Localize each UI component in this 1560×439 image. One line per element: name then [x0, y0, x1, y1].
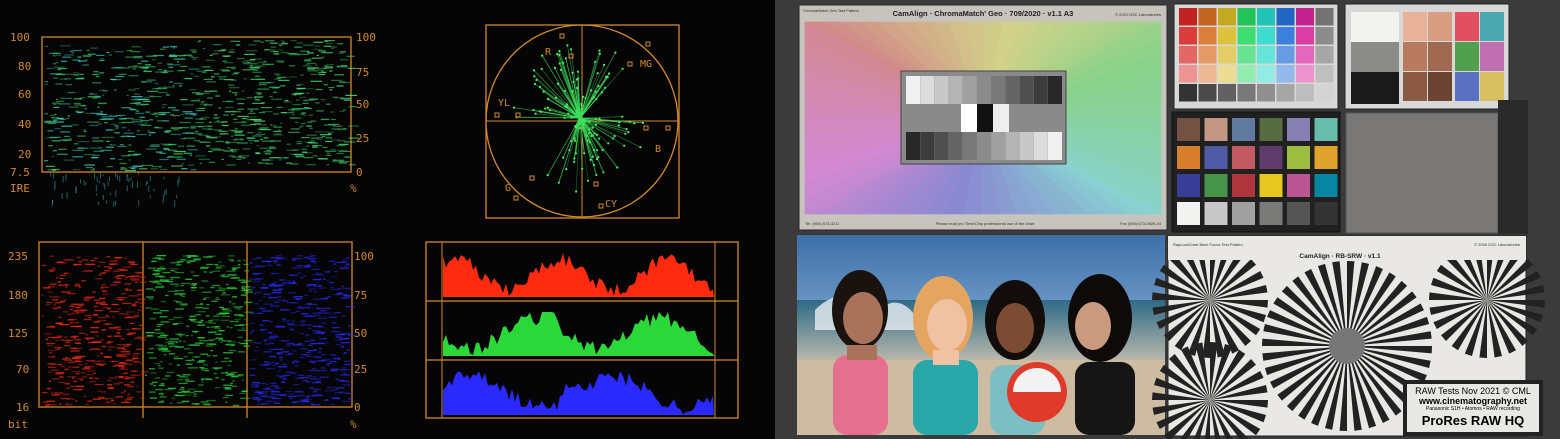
color-chip-chart-vivid — [1173, 3, 1339, 110]
waveform-right-label: 100 — [356, 31, 376, 44]
slate-line-2: www.cinematography.net — [1418, 396, 1528, 406]
waveform-monitor: 100 80 60 40 20 7.5 IRE 100 75 50 25 0 % — [10, 31, 376, 207]
slate-line-3: Panasonic S1H • Atomos • RAW recording — [1426, 406, 1520, 412]
resolution-chart-top-left: RayLockChart Back Focus Test Pattern — [1173, 242, 1243, 247]
histogram-trace — [443, 253, 714, 415]
resolution-chart-top-right: © 2005 DSC Laboratories — [1474, 242, 1520, 247]
chromamatch-bottom-right: Fax (905) 673-0929-44 — [1120, 221, 1162, 226]
parade-left-label: 125 — [8, 327, 28, 340]
parade-left-label: 180 — [8, 289, 28, 302]
vectorscope: R MG YL B G CY — [485, 24, 680, 219]
waveform-right-label: 0 — [356, 166, 363, 179]
waveform-right-label: 75 — [356, 66, 369, 79]
rgb-histogram — [425, 241, 739, 419]
chromamatch-top-left: ChromaMatch Geo Test Pattern — [803, 8, 859, 13]
parade-right-unit: % — [350, 418, 357, 431]
resolution-chart-title: CamAlign · RB-SRW · v1.1 — [1299, 253, 1381, 260]
chromamatch-title: CamAlign · ChromaMatch' Geo · 709/2020 ·… — [893, 9, 1074, 18]
vectorscope-target-label: CY — [605, 199, 617, 210]
beach-photo — [797, 235, 1165, 435]
parade-right-label: 75 — [354, 289, 367, 302]
waveform-left-label: 20 — [18, 148, 31, 161]
slate-line-1: RAW Tests Nov 2021 © CML — [1415, 386, 1531, 396]
parade-right-label: 25 — [354, 363, 367, 376]
parade-right-label: 50 — [354, 327, 367, 340]
rgb-parade: 235 180 125 70 16 bit 100 75 50 25 0 % — [8, 241, 374, 431]
dark-panel — [1498, 100, 1528, 234]
waveform-right-label: 25 — [356, 132, 369, 145]
waveform-left-label: 7.5 — [10, 166, 30, 179]
chromamatch-top-right: © 2021 DSC Laboratories — [1115, 12, 1161, 17]
parade-trace — [41, 255, 357, 407]
vectorscope-target-label: R — [545, 47, 552, 58]
waveform-left-label: 60 — [18, 88, 31, 101]
vectorscope-target-label: G — [505, 183, 511, 194]
vectorscope-target-label: YL — [498, 98, 510, 109]
parade-left-unit: bit — [8, 418, 28, 431]
waveform-trace — [44, 40, 359, 207]
parade-right-label: 0 — [354, 401, 361, 414]
parade-left-label: 235 — [8, 250, 28, 263]
grey-card — [1345, 112, 1499, 234]
chromamatch-bottom-left: Tel: (905) 673-3211 — [805, 221, 840, 226]
vectorscope-target-label: MG — [640, 59, 652, 70]
scope-graphics: 100 80 60 40 20 7.5 IRE 100 75 50 25 0 %… — [8, 24, 739, 431]
waveform-right-unit: % — [350, 182, 357, 195]
skin-tone-chart — [1344, 3, 1510, 110]
chromamatch-bottom-center: Please read pro Time/Chip professional u… — [936, 221, 1036, 226]
slate-line-4: ProRes RAW HQ — [1421, 413, 1525, 428]
waveform-left-label: 100 — [10, 31, 30, 44]
chromamatch-chart: ChromaMatch Geo Test Pattern CamAlign · … — [798, 4, 1168, 231]
scopes-panel: 100 80 60 40 20 7.5 IRE 100 75 50 25 0 %… — [0, 0, 775, 439]
parade-left-label: 70 — [16, 363, 29, 376]
waveform-left-label: 80 — [18, 60, 31, 73]
camera-feed-panel: ChromaMatch Geo Test Pattern CamAlign · … — [775, 0, 1560, 439]
vectorscope-target-label: B — [655, 144, 661, 155]
colorchecker-chart — [1171, 111, 1341, 233]
info-slate: RAW Tests Nov 2021 © CML www.cinematogra… — [1403, 380, 1543, 436]
vectorscope-trace — [513, 44, 645, 193]
parade-left-label: 16 — [16, 401, 29, 414]
parade-right-label: 100 — [354, 250, 374, 263]
waveform-left-unit: IRE — [10, 182, 30, 195]
camera-feed-graphics: ChromaMatch Geo Test Pattern CamAlign · … — [775, 0, 1560, 439]
waveform-right-label: 50 — [356, 98, 369, 111]
waveform-left-label: 40 — [18, 118, 31, 131]
